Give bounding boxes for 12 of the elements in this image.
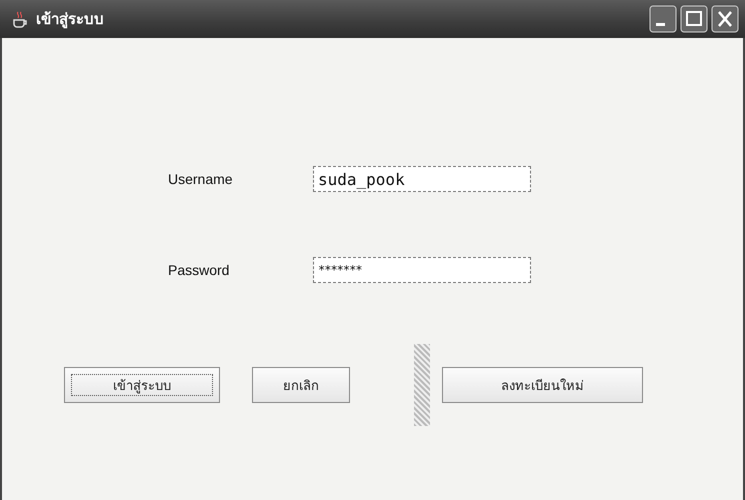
field-label: Username (167, 171, 234, 187)
field-label: Password (167, 262, 230, 278)
username-field[interactable]: suda_pook (313, 166, 531, 192)
maximize-button[interactable] (680, 5, 708, 33)
action-button[interactable]: ลงทะเบียนใหม่ (442, 367, 643, 403)
coffee-cup-icon (12, 10, 28, 28)
action-button[interactable]: เข้าสู่ระบบ (64, 367, 220, 403)
window-title: เข้าสู่ระบบ (36, 9, 105, 30)
close-button[interactable] (711, 5, 739, 33)
action-button[interactable]: ยกเลิก (252, 367, 350, 403)
password-field[interactable]: ******* (313, 257, 531, 283)
minimize-button[interactable] (649, 5, 677, 33)
